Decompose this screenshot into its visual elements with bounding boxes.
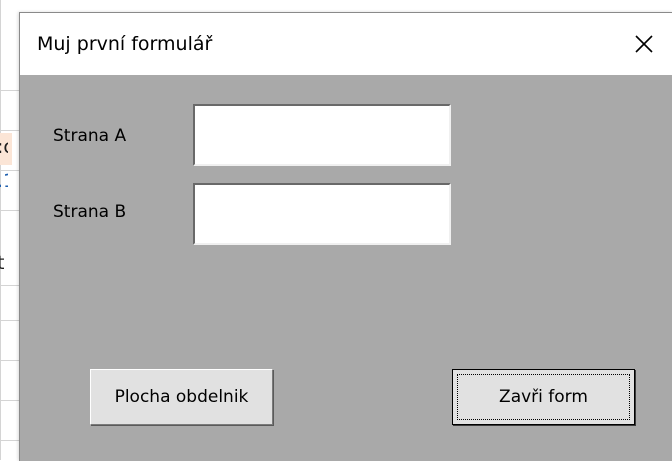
sheet-cell-fragment: t bbox=[0, 252, 5, 274]
strana-b-input[interactable] bbox=[193, 183, 451, 245]
sheet-cell-fragment: :c bbox=[0, 136, 8, 158]
zavri-form-button-label: Zavři form bbox=[499, 387, 588, 407]
zavri-form-button[interactable]: Zavři form bbox=[452, 369, 635, 425]
strana-b-label: Strana B bbox=[53, 202, 127, 222]
close-x-icon bbox=[635, 35, 653, 53]
close-button[interactable] bbox=[615, 13, 672, 75]
plocha-obdelnik-button-label: Plocha obdelnik bbox=[114, 387, 249, 407]
userform-dialog: Muj první formulář Strana A Strana B Plo… bbox=[19, 12, 672, 461]
strana-a-label: Strana A bbox=[53, 126, 127, 146]
dialog-title: Muj první formulář bbox=[37, 33, 213, 55]
strana-a-input[interactable] bbox=[193, 104, 451, 166]
sheet-column-divider bbox=[0, 0, 1, 460]
dialog-titlebar[interactable]: Muj první formulář bbox=[20, 13, 672, 75]
sheet-cell-fragment: .1 bbox=[0, 170, 8, 192]
plocha-obdelnik-button[interactable]: Plocha obdelnik bbox=[90, 369, 273, 425]
